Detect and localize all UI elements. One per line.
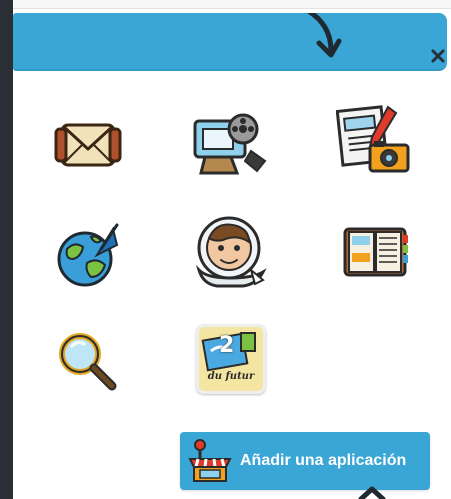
- film-projector-icon: [193, 113, 267, 175]
- du-futur-number: 2: [219, 333, 235, 358]
- magnifier-icon: [59, 333, 117, 391]
- app-grid: 2 du futur: [13, 95, 451, 395]
- du-futur-icon: 2 du futur: [196, 324, 266, 394]
- top-divider: [13, 0, 451, 9]
- pointer-arrow-icon: [358, 486, 386, 499]
- shop-stall-icon: [186, 437, 234, 485]
- open-book-icon: [343, 227, 408, 277]
- du-futur-label: du futur: [207, 371, 255, 382]
- add-application-label: Añadir una aplicación: [240, 452, 407, 469]
- globe-arrow-icon: [57, 223, 119, 287]
- app-search[interactable]: [47, 321, 127, 401]
- newspaper-camera-icon: [336, 105, 410, 173]
- app-news[interactable]: [335, 101, 415, 181]
- app-mail[interactable]: [48, 103, 128, 183]
- close-icon: [431, 49, 445, 63]
- app-agenda[interactable]: [335, 213, 415, 293]
- app-explore[interactable]: [47, 215, 127, 295]
- left-rail: [0, 0, 13, 499]
- astronaut-avatar-icon: [195, 216, 267, 288]
- app-du-futur[interactable]: 2 du futur: [191, 319, 271, 399]
- add-application-button[interactable]: Añadir una aplicación: [180, 432, 430, 490]
- close-button[interactable]: [423, 41, 451, 71]
- app-panel: 2 du futur Añadir una aplicación: [0, 0, 451, 499]
- header-bar: [13, 13, 447, 71]
- app-video[interactable]: [191, 103, 271, 183]
- pointer-arrow-icon: [306, 13, 342, 58]
- app-profile[interactable]: [191, 213, 271, 293]
- envelope-icon: [54, 123, 122, 167]
